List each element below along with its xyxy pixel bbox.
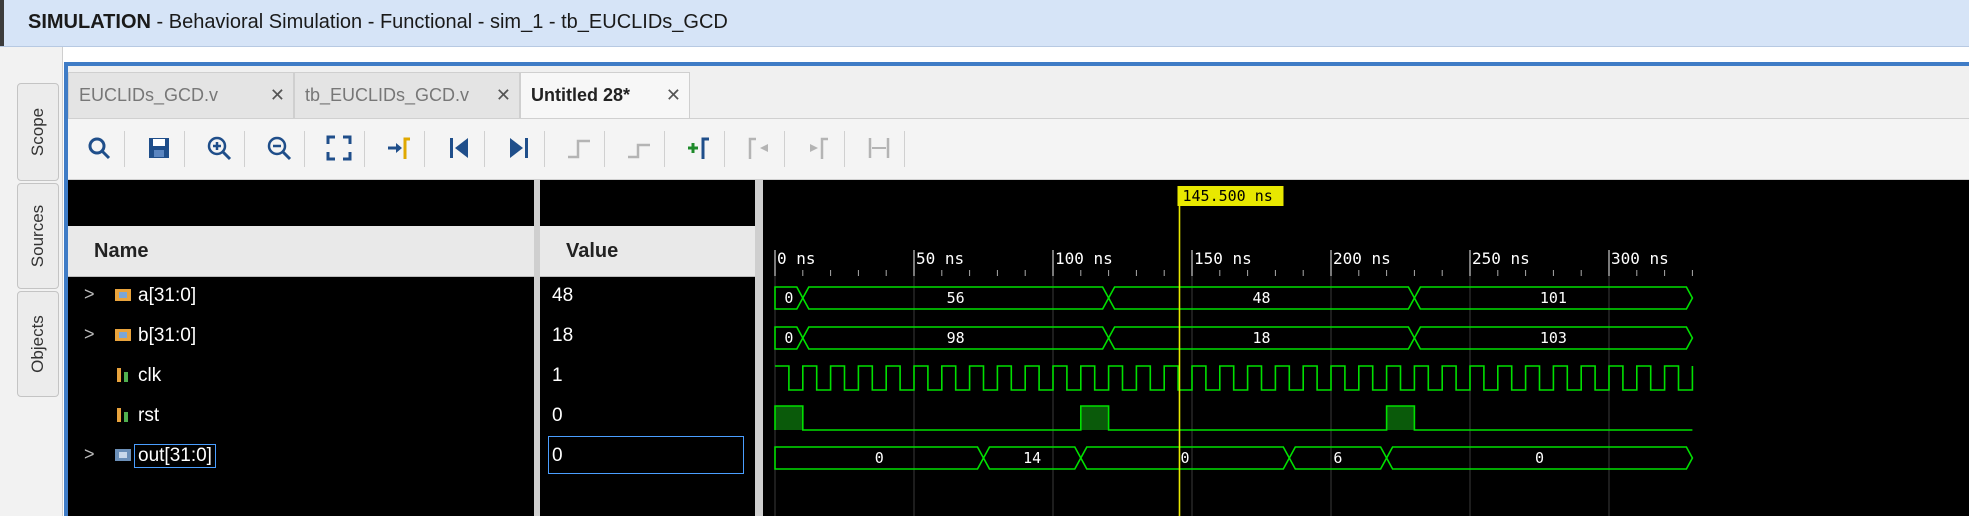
zoom-in-icon[interactable] xyxy=(202,131,236,165)
side-tab-label: Scope xyxy=(28,107,47,157)
time-label: 0 ns xyxy=(777,249,816,268)
rst-high-fill xyxy=(1386,406,1415,430)
b-bus-value-label: 103 xyxy=(1540,329,1567,347)
add-marker-icon[interactable] xyxy=(682,131,716,165)
previous-transition-icon xyxy=(562,131,596,165)
tab-untitled-28[interactable]: Untitled 28* ✕ xyxy=(520,72,690,118)
time-label: 300 ns xyxy=(1611,249,1669,268)
time-label: 200 ns xyxy=(1333,249,1391,268)
waveform-viewer[interactable]: 0 ns 50 ns 100 ns 150 ns 200 ns 250 ns 300 ns 0… xyxy=(763,180,1969,516)
b-bus-value-label: 0 xyxy=(784,329,793,347)
bus-signal-icon xyxy=(115,329,131,341)
close-icon[interactable]: ✕ xyxy=(496,85,511,106)
window-title: SIMULATION - Behavioral Simulation - Fun… xyxy=(28,11,728,34)
signal-row[interactable]: clk xyxy=(68,356,534,396)
time-label: 150 ns xyxy=(1194,249,1252,268)
out-bus-value-label: 0 xyxy=(1535,449,1544,467)
side-tab-label: Objects xyxy=(28,315,47,373)
waveform-canvas[interactable]: 0 ns 50 ns 100 ns 150 ns 200 ns 250 ns 300 ns 0… xyxy=(763,180,1969,516)
signal-value: 0 xyxy=(552,445,563,466)
cursor-time-label: 145.500 ns xyxy=(1182,187,1272,205)
time-label: 50 ns xyxy=(916,249,964,268)
time-label: 250 ns xyxy=(1472,249,1530,268)
side-tab-label: Sources xyxy=(28,204,47,268)
zoom-fit-icon[interactable] xyxy=(322,131,356,165)
value-column-header[interactable]: Value xyxy=(540,226,755,277)
title-prefix: SIMULATION xyxy=(28,11,151,33)
tab-euclids-gcd[interactable]: EUCLIDs_GCD.v ✕ xyxy=(68,72,294,118)
name-column-header[interactable]: Name xyxy=(68,226,534,277)
out-bus-value-label: 0 xyxy=(875,449,884,467)
tab-label: tb_EUCLIDs_GCD.v xyxy=(305,85,470,105)
rst-high-fill xyxy=(775,406,803,430)
bus-signal-icon xyxy=(115,289,131,301)
signal-row[interactable]: rst xyxy=(68,396,534,436)
side-tab-scope[interactable]: Scope xyxy=(17,83,59,181)
title-rest: - Behavioral Simulation - Functional - s… xyxy=(150,11,728,33)
next-marker-icon xyxy=(802,131,836,165)
signal-value: 48 xyxy=(552,285,574,306)
chevron-right-icon[interactable]: > xyxy=(84,324,95,345)
signal-row[interactable]: > a[31:0] xyxy=(68,276,534,316)
side-tab-sources[interactable]: Sources xyxy=(17,183,59,289)
search-icon[interactable] xyxy=(82,131,116,165)
out-bus-value-label: 0 xyxy=(1181,449,1190,467)
out-bus-value-label: 14 xyxy=(1023,449,1041,467)
chevron-right-icon[interactable]: > xyxy=(84,444,95,465)
editor-tab-bar: EUCLIDs_GCD.v ✕ tb_EUCLIDs_GCD.v ✕ Untit… xyxy=(68,66,1969,119)
a-bus-value-label: 0 xyxy=(784,289,793,307)
clk-waveform xyxy=(775,365,1694,391)
selected-value-box[interactable] xyxy=(548,436,744,474)
rst-waveform xyxy=(774,405,1693,431)
signal-name-panel: Name > a[31:0] > b[31:0] clk rst > out[3… xyxy=(68,180,534,516)
signal-name-selected: out[31:0] xyxy=(134,444,216,468)
tab-label: Untitled 28* xyxy=(531,85,631,105)
signal-value: 0 xyxy=(552,405,563,426)
go-to-start-icon[interactable] xyxy=(442,131,476,165)
next-transition-icon xyxy=(622,131,656,165)
side-tab-objects[interactable]: Objects xyxy=(17,291,59,397)
a-bus-value-label: 48 xyxy=(1252,289,1270,307)
signal-row[interactable]: > b[31:0] xyxy=(68,316,534,356)
swap-cursors-icon xyxy=(862,131,896,165)
left-side-panel: Scope Sources Objects xyxy=(0,47,63,516)
bus-signal-icon xyxy=(115,449,131,461)
go-to-cursor-icon[interactable] xyxy=(382,131,416,165)
b-bus-value-label: 98 xyxy=(947,329,965,347)
wave-toolbar xyxy=(68,119,1969,180)
zoom-out-icon[interactable] xyxy=(262,131,296,165)
signal-value: 1 xyxy=(552,365,563,386)
signal-row[interactable]: > out[31:0] xyxy=(68,436,534,476)
save-icon[interactable] xyxy=(142,131,176,165)
a-bus-value-label: 101 xyxy=(1540,289,1567,307)
value-header-label: Value xyxy=(566,240,619,262)
tab-tb-euclids-gcd[interactable]: tb_EUCLIDs_GCD.v ✕ xyxy=(294,72,520,118)
b-bus-value-label: 18 xyxy=(1252,329,1270,347)
signal-name: a[31:0] xyxy=(138,285,197,306)
rst-high-fill xyxy=(1080,406,1109,430)
close-icon[interactable]: ✕ xyxy=(270,85,285,106)
out-bus-value-label: 6 xyxy=(1333,449,1342,467)
signal-value-panel: Value 48 18 1 0 0 xyxy=(540,180,755,516)
signal-value: 18 xyxy=(552,325,574,346)
name-header-label: Name xyxy=(94,240,149,262)
signal-name: rst xyxy=(138,405,160,426)
scalar-signal-icon xyxy=(117,368,128,382)
tab-label: EUCLIDs_GCD.v xyxy=(79,85,219,105)
title-bar-edge xyxy=(0,0,4,46)
scalar-signal-icon xyxy=(117,408,128,422)
chevron-right-icon[interactable]: > xyxy=(84,284,95,305)
go-to-end-icon[interactable] xyxy=(502,131,536,165)
previous-marker-icon xyxy=(742,131,776,165)
close-icon[interactable]: ✕ xyxy=(666,85,681,106)
a-bus-value-label: 56 xyxy=(947,289,965,307)
signal-name: clk xyxy=(138,365,162,386)
signal-name: b[31:0] xyxy=(138,325,197,346)
time-label: 100 ns xyxy=(1055,249,1113,268)
title-bar: SIMULATION - Behavioral Simulation - Fun… xyxy=(0,0,1969,47)
waveform-splitter[interactable] xyxy=(755,180,763,516)
